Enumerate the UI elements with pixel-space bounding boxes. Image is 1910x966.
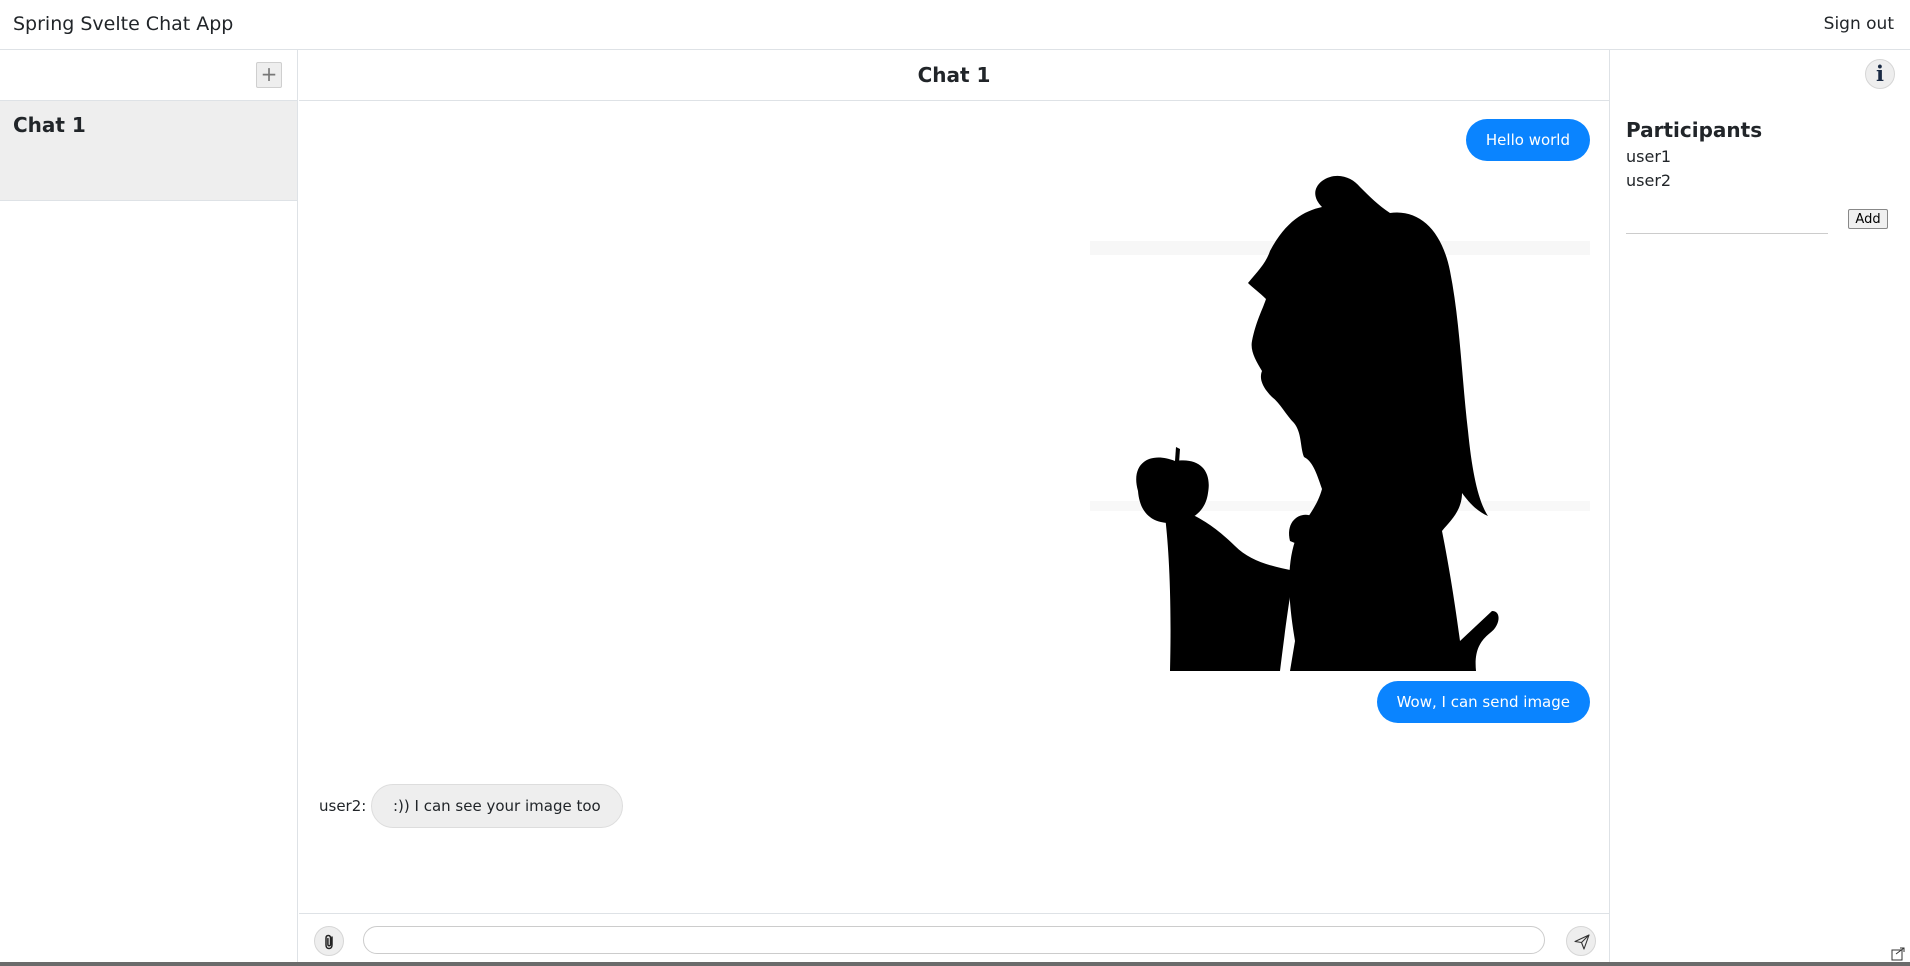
chat-header: Chat 1 — [299, 50, 1609, 101]
chat-panel: Chat 1 Hello world Wow, I can send image… — [299, 50, 1610, 962]
add-participant-input[interactable] — [1626, 206, 1828, 234]
top-navbar: Spring Svelte Chat App Sign out — [0, 0, 1910, 50]
participants-panel: Participants user1 user2 Add — [1626, 118, 1896, 236]
sign-out-link[interactable]: Sign out — [1824, 14, 1894, 34]
attach-button[interactable] — [314, 926, 344, 956]
sidebar-header: + — [0, 50, 297, 101]
participant-item: user2 — [1626, 171, 1672, 190]
app-window: Spring Svelte Chat App Sign out + Chat 1… — [0, 0, 1910, 966]
paper-plane-icon — [1574, 934, 1590, 950]
own-message-bubble: Wow, I can send image — [1376, 681, 1590, 723]
own-message-bubble: Hello world — [1465, 119, 1590, 161]
add-participant-row: Add — [1626, 206, 1896, 236]
silhouette-image — [1090, 171, 1590, 671]
chat-list-sidebar: + Chat 1 — [0, 50, 298, 962]
chat-title: Chat 1 — [917, 63, 991, 87]
incoming-message-bubble: :)) I can see your image too — [371, 784, 623, 828]
paperclip-icon — [325, 934, 333, 950]
message-list[interactable]: Hello world Wow, I can send image user2:… — [299, 101, 1610, 913]
image-message[interactable] — [1090, 171, 1590, 671]
chat-list-item[interactable]: Chat 1 — [0, 101, 297, 201]
send-button[interactable] — [1566, 926, 1596, 956]
participant-item: user1 — [1626, 147, 1672, 166]
info-button[interactable]: i — [1865, 59, 1895, 89]
message-composer — [299, 913, 1610, 962]
chat-list-item-title: Chat 1 — [13, 113, 86, 137]
message-input[interactable] — [363, 926, 1545, 954]
new-chat-button[interactable]: + — [256, 62, 282, 88]
participants-title: Participants — [1626, 118, 1763, 142]
app-title[interactable]: Spring Svelte Chat App — [13, 13, 233, 35]
resize-grip-icon[interactable] — [1890, 946, 1906, 962]
window-bottom-edge — [0, 962, 1910, 966]
message-sender: user2: — [319, 797, 367, 815]
add-participant-button[interactable]: Add — [1848, 209, 1888, 229]
